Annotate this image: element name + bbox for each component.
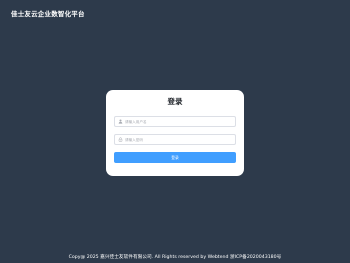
brand-title: 佳士友云企业数智化平台 xyxy=(11,10,85,18)
footer-copyright: Copy@ 2025 嘉兴佳士友软件有限公司. All Rights reser… xyxy=(68,255,282,260)
lock-icon xyxy=(115,135,125,144)
username-field[interactable] xyxy=(114,116,236,127)
login-button[interactable]: 登录 xyxy=(114,152,236,163)
login-card: 登录 登录 xyxy=(106,90,244,176)
login-title: 登录 xyxy=(167,97,183,106)
username-input[interactable] xyxy=(125,117,225,126)
login-page: 佳士友云企业数智化平台 登录 登录 Copy@ 20 xyxy=(0,0,350,263)
password-input[interactable] xyxy=(125,135,225,144)
password-field[interactable] xyxy=(114,134,236,145)
user-icon xyxy=(115,117,125,126)
